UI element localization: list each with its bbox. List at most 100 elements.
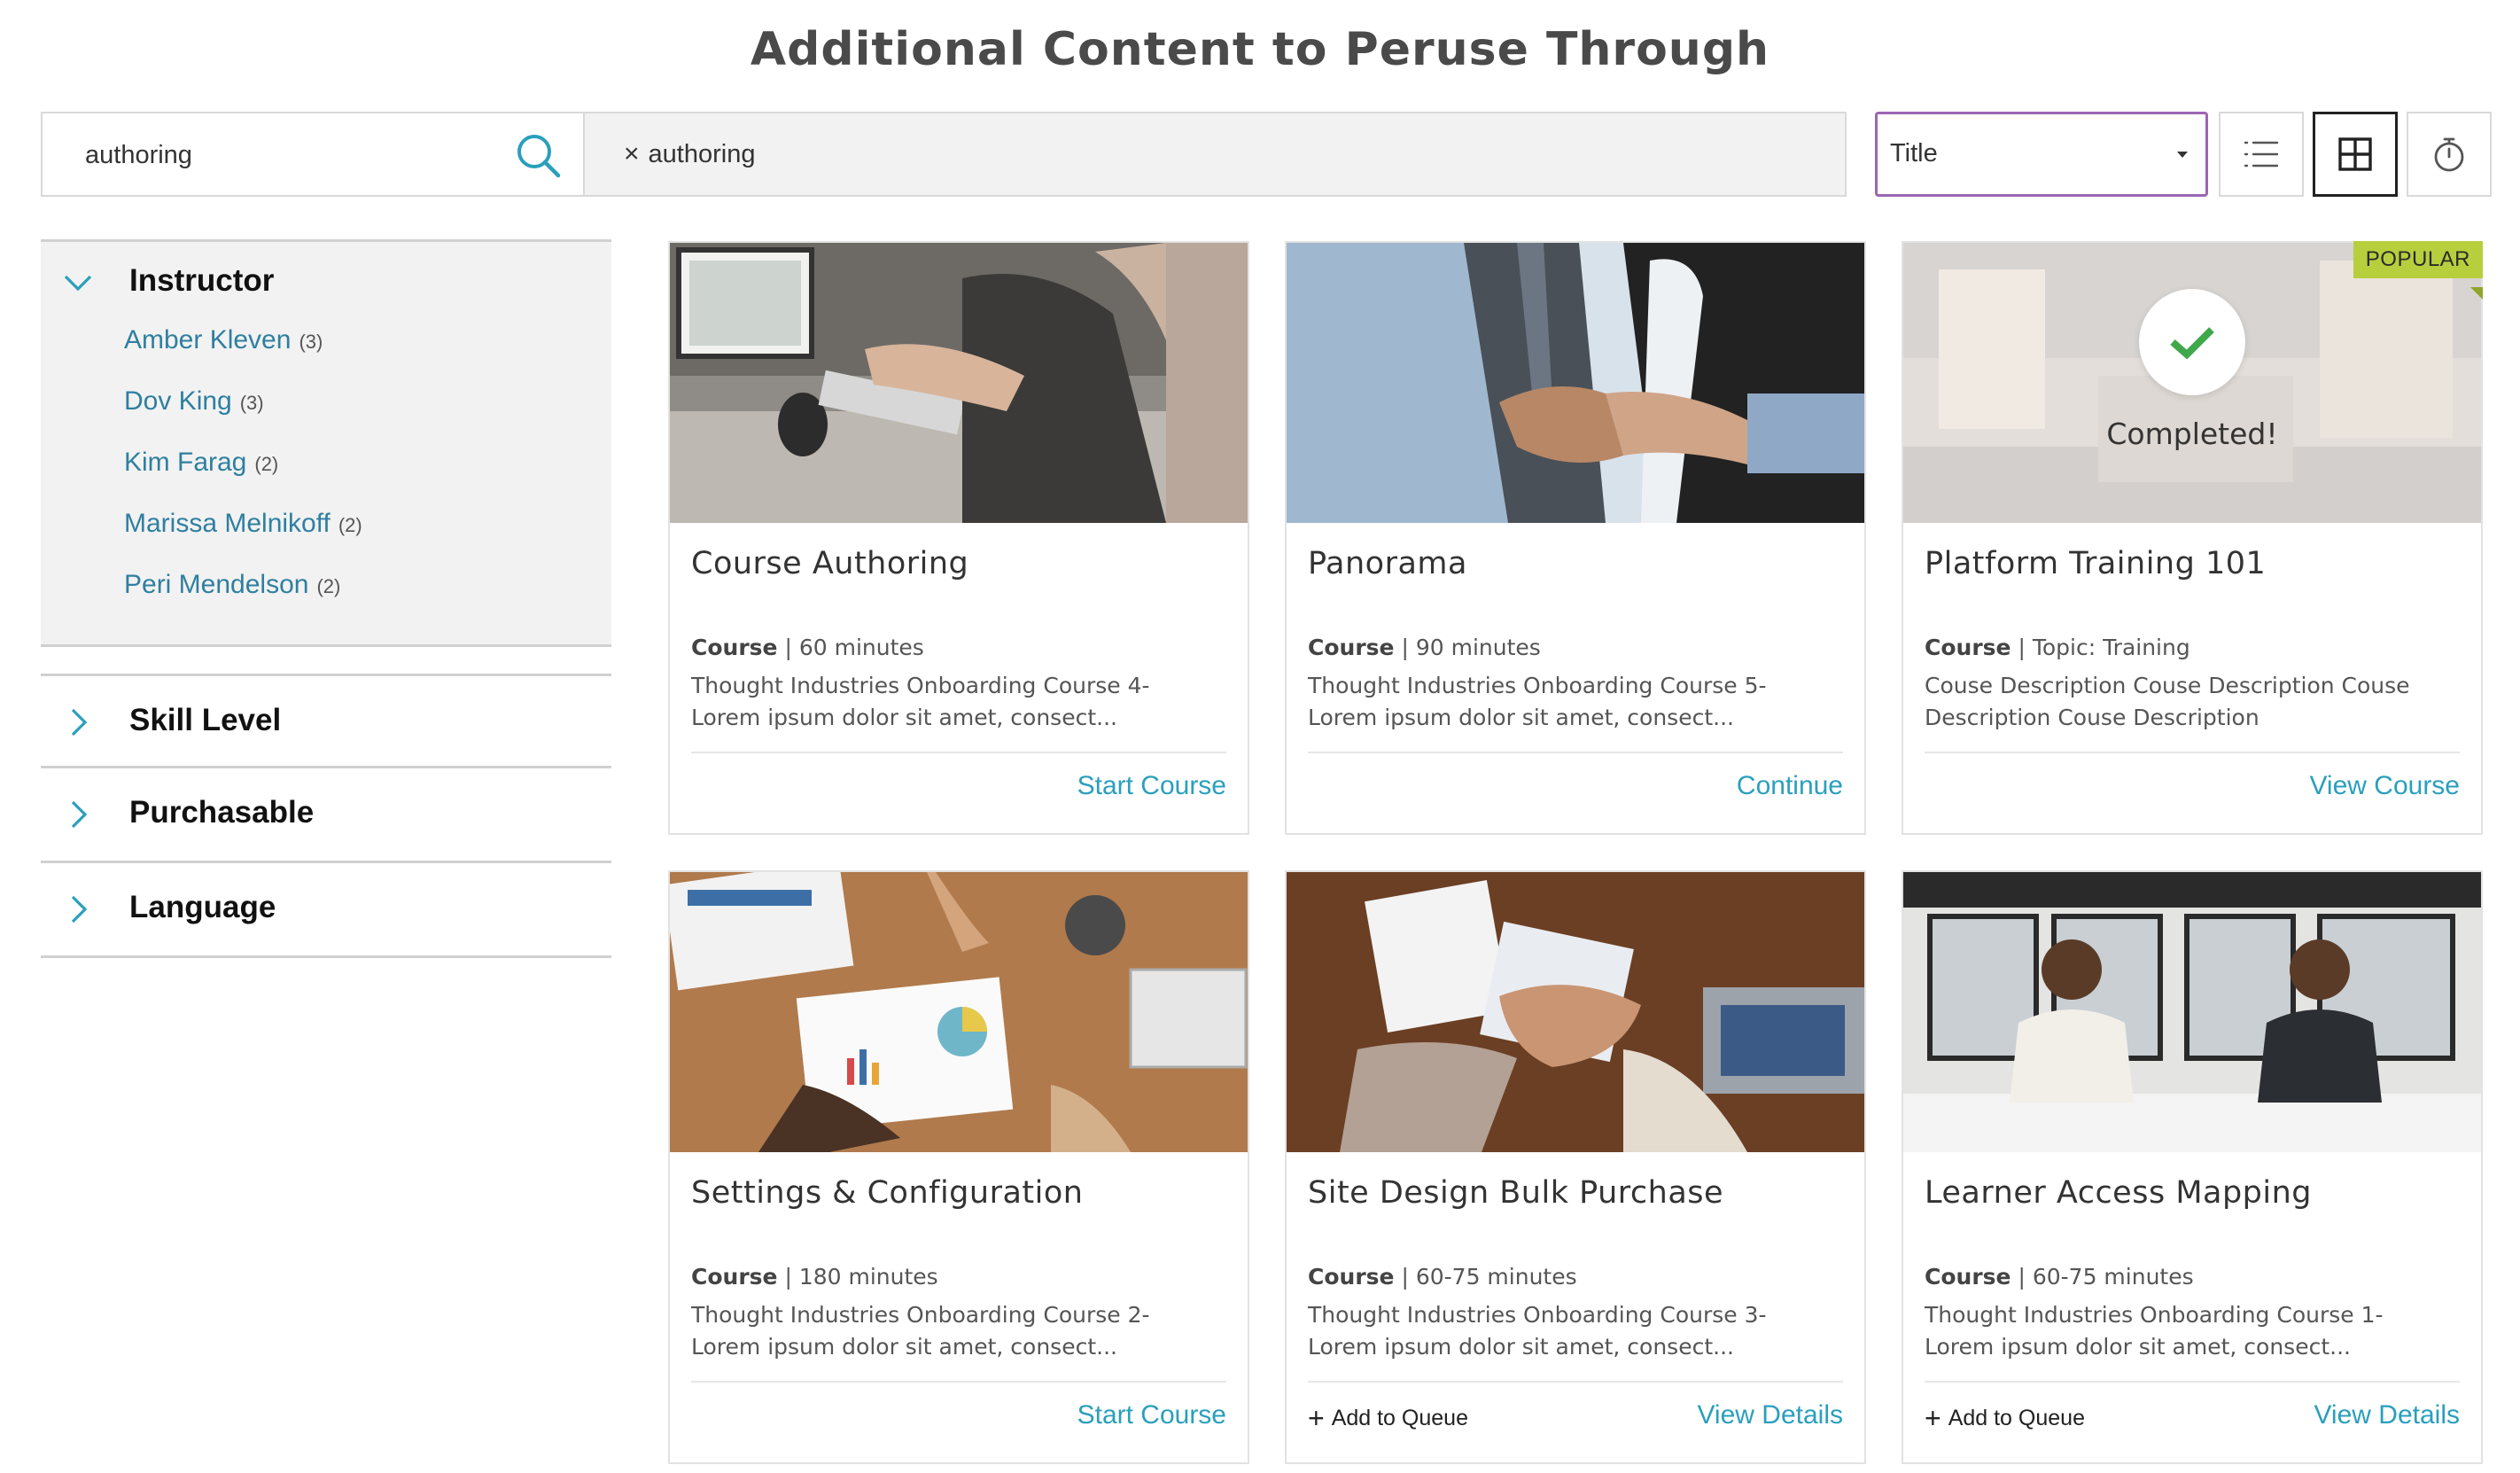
instructor-option[interactable]: Peri Mendelson (2) bbox=[124, 570, 362, 631]
course-duration: 180 minutes bbox=[798, 1264, 938, 1290]
instructor-name[interactable]: Peri Mendelson bbox=[124, 570, 308, 600]
course-type: Course bbox=[1925, 635, 2011, 660]
list-icon bbox=[2244, 141, 2279, 168]
start-course-button[interactable]: Start Course bbox=[1077, 1400, 1226, 1430]
instructor-option[interactable]: Dov King (3) bbox=[124, 386, 362, 448]
course-type: Course bbox=[1308, 1264, 1395, 1290]
grid-view-button[interactable] bbox=[2313, 112, 2398, 197]
instructor-count: (2) bbox=[254, 453, 279, 475]
course-meta: Course | 90 minutes bbox=[1308, 635, 1541, 660]
search-icon[interactable] bbox=[512, 129, 565, 183]
course-image-typing-at-desk[interactable] bbox=[670, 243, 1248, 523]
divider bbox=[1925, 752, 2460, 753]
course-duration: 60-75 minutes bbox=[1415, 1264, 1577, 1290]
instructor-name[interactable]: Kim Farag bbox=[124, 448, 246, 478]
course-title[interactable]: Platform Training 101 bbox=[1925, 546, 2266, 581]
instructor-count: (3) bbox=[299, 331, 323, 353]
facet-skill-level[interactable]: Skill Level bbox=[41, 674, 611, 768]
add-to-queue-button[interactable]: + Add to Queue bbox=[1308, 1404, 1468, 1432]
list-view-button[interactable] bbox=[2219, 112, 2304, 197]
facet-purchasable[interactable]: Purchasable bbox=[41, 768, 611, 863]
search-box bbox=[41, 112, 585, 197]
course-title[interactable]: Learner Access Mapping bbox=[1925, 1175, 2312, 1211]
sort-selected-value: Title bbox=[1890, 139, 1938, 168]
filter-sidebar: Instructor Amber Kleven (3) Dov King (3)… bbox=[41, 239, 611, 958]
course-image-two-women-meeting[interactable] bbox=[1903, 872, 2481, 1152]
search-input[interactable] bbox=[85, 133, 502, 177]
course-description: Thought Industries Onboarding Course 1- … bbox=[1925, 1302, 2384, 1360]
divider bbox=[691, 752, 1226, 753]
completed-overlay: Completed! bbox=[1903, 243, 2481, 523]
divider bbox=[1308, 752, 1843, 753]
grid-icon bbox=[2338, 137, 2372, 171]
continue-button[interactable]: Continue bbox=[1737, 771, 1843, 801]
chevron-right-icon bbox=[71, 708, 88, 736]
course-description: Thought Industries Onboarding Course 3- … bbox=[1308, 1302, 1767, 1360]
course-title[interactable]: Course Authoring bbox=[691, 546, 968, 581]
instructor-option[interactable]: Kim Farag (2) bbox=[124, 448, 362, 509]
course-type: Course bbox=[691, 635, 778, 660]
completed-circle bbox=[2139, 289, 2245, 395]
chevron-down-icon bbox=[64, 275, 92, 292]
course-type: Course bbox=[1308, 635, 1395, 660]
view-details-button[interactable]: View Details bbox=[1697, 1400, 1843, 1430]
instructor-count: (2) bbox=[316, 575, 341, 597]
instructor-count: (3) bbox=[239, 392, 264, 414]
facet-language[interactable]: Language bbox=[41, 863, 611, 958]
chevron-right-icon bbox=[71, 800, 88, 829]
course-grid: Course Authoring Course | 60 minutes Tho… bbox=[668, 241, 2493, 1473]
course-duration: 60-75 minutes bbox=[2032, 1264, 2194, 1290]
course-title[interactable]: Panorama bbox=[1308, 546, 1467, 581]
course-description: Couse Description Couse Description Cous… bbox=[1925, 673, 2410, 730]
course-meta: Course | 60 minutes bbox=[691, 635, 924, 660]
close-icon[interactable]: × bbox=[624, 141, 640, 168]
course-card[interactable]: Course Authoring Course | 60 minutes Tho… bbox=[668, 241, 1249, 835]
course-meta: Course | Topic: Training bbox=[1925, 635, 2190, 660]
start-course-button[interactable]: Start Course bbox=[1077, 771, 1226, 801]
course-image-hands-stacked[interactable] bbox=[1287, 872, 1864, 1152]
instructor-count: (2) bbox=[338, 514, 362, 536]
popular-badge: POPULAR bbox=[2353, 241, 2483, 278]
divider bbox=[1308, 1381, 1843, 1383]
plus-icon: + bbox=[1925, 1402, 1941, 1434]
course-card[interactable]: Completed! POPULAR Platform Training 101… bbox=[1902, 241, 2483, 835]
course-image-office-interior[interactable]: Completed! bbox=[1903, 243, 2481, 523]
filter-chip[interactable]: × authoring bbox=[624, 136, 755, 172]
facet-instructor-header[interactable]: Instructor bbox=[41, 242, 611, 322]
course-title[interactable]: Site Design Bulk Purchase bbox=[1308, 1175, 1723, 1211]
course-card[interactable]: Learner Access Mapping Course | 60-75 mi… bbox=[1902, 870, 2483, 1464]
view-course-button[interactable]: View Course bbox=[2309, 771, 2460, 801]
course-card[interactable]: Panorama Course | 90 minutes Thought Ind… bbox=[1285, 241, 1866, 835]
course-card[interactable]: Site Design Bulk Purchase Course | 60-75… bbox=[1285, 870, 1866, 1464]
instructor-list: Amber Kleven (3) Dov King (3) Kim Farag … bbox=[124, 325, 362, 631]
facet-label: Instructor bbox=[129, 263, 275, 298]
sort-select[interactable]: Title bbox=[1875, 112, 2208, 197]
course-meta: Course | 60-75 minutes bbox=[1925, 1264, 2194, 1290]
view-details-button[interactable]: View Details bbox=[2314, 1400, 2460, 1430]
course-meta: Course | 60-75 minutes bbox=[1308, 1264, 1577, 1290]
divider bbox=[691, 1381, 1226, 1383]
course-type: Course bbox=[1925, 1264, 2011, 1290]
divider bbox=[1925, 1381, 2460, 1383]
course-duration: 90 minutes bbox=[1415, 635, 1541, 660]
course-description: Thought Industries Onboarding Course 5- … bbox=[1308, 673, 1767, 730]
add-to-queue-button[interactable]: + Add to Queue bbox=[1925, 1404, 2085, 1432]
caret-down-icon bbox=[2177, 152, 2188, 158]
instructor-name[interactable]: Marissa Melnikoff bbox=[124, 509, 331, 539]
page-title: Additional Content to Peruse Through bbox=[750, 23, 1770, 76]
checkmark-icon bbox=[2170, 327, 2214, 360]
instructor-option[interactable]: Marissa Melnikoff (2) bbox=[124, 509, 362, 570]
chevron-right-icon bbox=[71, 895, 88, 924]
instructor-name[interactable]: Amber Kleven bbox=[124, 325, 291, 355]
timer-view-button[interactable] bbox=[2407, 112, 2492, 197]
course-title[interactable]: Settings & Configuration bbox=[691, 1175, 1083, 1211]
course-topic: Topic: Training bbox=[2032, 635, 2190, 660]
course-image-handshake[interactable] bbox=[1287, 243, 1864, 523]
facet-label: Language bbox=[129, 890, 276, 924]
course-card[interactable]: Settings & Configuration Course | 180 mi… bbox=[668, 870, 1249, 1464]
course-image-charts-on-table[interactable] bbox=[670, 872, 1248, 1152]
badge-fold bbox=[2470, 287, 2483, 300]
instructor-name[interactable]: Dov King bbox=[124, 386, 232, 417]
instructor-option[interactable]: Amber Kleven (3) bbox=[124, 325, 362, 386]
add-to-queue-label: Add to Queue bbox=[1948, 1405, 2085, 1430]
